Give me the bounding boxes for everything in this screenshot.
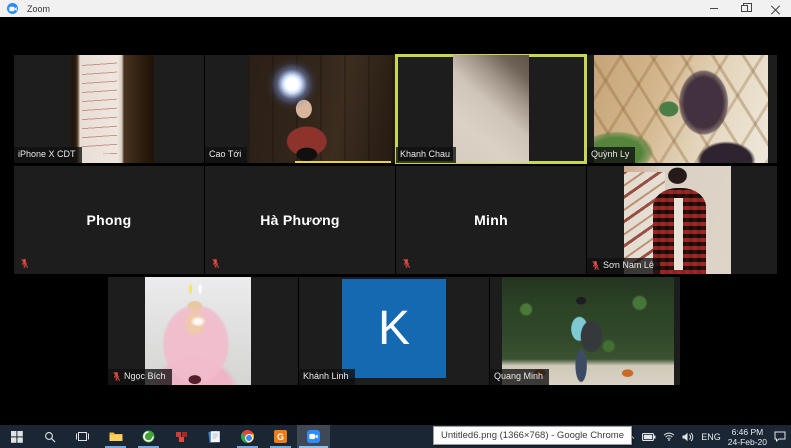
file-explorer-button[interactable] xyxy=(99,425,132,448)
window-controls xyxy=(698,0,791,17)
participant-name: Phong xyxy=(86,212,132,228)
camera-icon xyxy=(309,433,318,440)
chrome-button[interactable] xyxy=(231,425,264,448)
green-app-icon xyxy=(142,430,155,443)
participant-video xyxy=(248,55,395,163)
clock[interactable]: 6:46 PM 24-Feb-20 xyxy=(728,427,767,447)
participant-name: Quỳnh Ly xyxy=(591,149,630,159)
avatar-letter: K xyxy=(377,301,410,355)
gallery-row-2: Phong Hà Phương Minh Sơn Nam Lê xyxy=(14,166,777,274)
notes-app-button[interactable] xyxy=(198,425,231,448)
chrome-thumbnail-tooltip: Untitled6.png (1366×768) - Google Chrome xyxy=(433,426,632,445)
participant-name: Quang Minh xyxy=(494,371,544,381)
restore-icon xyxy=(741,3,752,12)
participant-name-tag: Cao Tới xyxy=(205,147,248,163)
zoom-taskbar-button[interactable] xyxy=(297,425,330,448)
avatar: K xyxy=(342,279,446,378)
folder-icon xyxy=(109,432,122,441)
close-button[interactable] xyxy=(760,0,791,17)
wifi-icon[interactable] xyxy=(663,432,675,441)
participant-name: Cao Tới xyxy=(209,149,242,159)
volume-icon[interactable] xyxy=(682,432,694,442)
notes-app-icon xyxy=(208,430,220,443)
participant-tile-ha-phuong[interactable]: Hà Phương xyxy=(205,166,395,274)
red-app-button[interactable] xyxy=(165,425,198,448)
g-app-icon: G xyxy=(274,430,287,443)
participant-tile-ngoc-bich[interactable]: Ngọc Bích xyxy=(108,277,298,385)
participant-name: Minh xyxy=(474,212,508,228)
participant-tile-phong[interactable]: Phong xyxy=(14,166,204,274)
task-view-icon xyxy=(76,432,89,441)
zoom-app-icon xyxy=(7,3,18,14)
windows-logo-icon xyxy=(10,430,23,443)
close-icon xyxy=(771,4,780,13)
muted-mic-icon xyxy=(21,258,29,268)
participant-tile-quang-minh[interactable]: Quang Minh xyxy=(490,277,680,385)
participant-name-tag: Khánh Linh xyxy=(299,369,355,385)
participant-name: Khanh Chau xyxy=(400,149,451,159)
participant-name: iPhone X CDT xyxy=(18,149,76,159)
participant-name: Ngọc Bích xyxy=(124,371,166,381)
windows-taskbar: G ENG 6:46 PM 24-Feb-20 xyxy=(0,425,791,448)
participant-video xyxy=(453,55,529,163)
red-app-icon xyxy=(176,432,187,442)
participant-tile-khanh-linh[interactable]: K Khánh Linh xyxy=(299,277,489,385)
clock-date: 24-Feb-20 xyxy=(727,436,767,447)
participant-name-tag: Sơn Nam Lê xyxy=(587,258,660,274)
task-view-button[interactable] xyxy=(66,425,99,448)
camera-icon xyxy=(8,6,17,11)
zoom-app-window: Zoom iPhone X CDT Cao Tới Khanh Chau Quỳ… xyxy=(0,0,791,448)
g-app-button[interactable]: G xyxy=(264,425,297,448)
muted-mic-icon xyxy=(113,371,121,381)
participant-tile-minh[interactable]: Minh xyxy=(396,166,586,274)
participant-name: Sơn Nam Lê xyxy=(603,260,654,270)
participant-tile-iphone-x-cdt[interactable]: iPhone X CDT xyxy=(14,55,204,163)
participant-tile-son-nam-le[interactable]: Sơn Nam Lê xyxy=(587,166,777,274)
participant-name-tag: Khanh Chau xyxy=(396,147,457,163)
participant-name-tag: Ngọc Bích xyxy=(108,369,172,385)
green-app-button[interactable] xyxy=(132,425,165,448)
minimize-icon xyxy=(709,8,718,9)
window-title: Zoom xyxy=(27,3,51,14)
language-indicator[interactable]: ENG xyxy=(701,432,721,442)
gallery-row-3: Ngọc Bích K Khánh Linh Quang Minh xyxy=(108,277,680,385)
participant-tile-quynh-ly[interactable]: Quỳnh Ly xyxy=(587,55,777,163)
participant-name-tag: Quang Minh xyxy=(490,369,550,385)
participant-name: Khánh Linh xyxy=(303,371,349,381)
title-bar: Zoom xyxy=(0,0,791,17)
search-icon xyxy=(44,431,55,442)
participant-name-tag: iPhone X CDT xyxy=(14,147,82,163)
start-button[interactable] xyxy=(0,425,33,448)
scarf xyxy=(674,198,683,270)
system-tray: ENG 6:46 PM 24-Feb-20 xyxy=(607,425,791,448)
gallery-row-1: iPhone X CDT Cao Tới Khanh Chau Quỳnh Ly xyxy=(14,55,777,163)
participant-name: Hà Phương xyxy=(260,212,340,228)
minimize-button[interactable] xyxy=(698,0,729,17)
clock-time: 6:46 PM xyxy=(731,426,764,437)
participant-name-tag: Quỳnh Ly xyxy=(587,147,636,163)
zoom-taskbar-icon xyxy=(307,430,320,443)
action-center-icon[interactable] xyxy=(774,431,786,442)
participant-tile-cao-toi[interactable]: Cao Tới xyxy=(205,55,395,163)
search-button[interactable] xyxy=(33,425,66,448)
battery-icon[interactable] xyxy=(642,432,656,441)
muted-mic-icon xyxy=(592,260,600,270)
chrome-icon xyxy=(241,430,254,443)
taskbar-apps: G xyxy=(0,425,330,448)
restore-button[interactable] xyxy=(729,0,760,17)
participant-tile-khanh-chau-active-speaker[interactable]: Khanh Chau xyxy=(396,55,586,163)
participant-video xyxy=(71,55,154,163)
muted-mic-icon xyxy=(212,258,220,268)
muted-mic-icon xyxy=(403,258,411,268)
